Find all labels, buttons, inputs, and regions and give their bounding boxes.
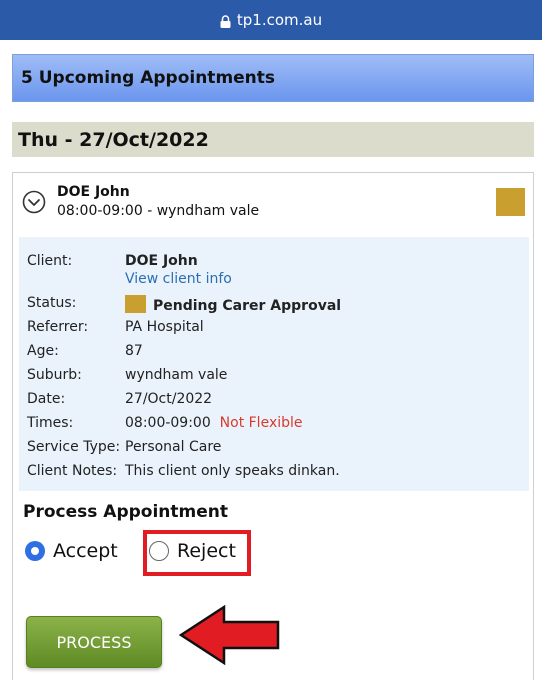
- date-header-text: Thu - 27/Oct/2022: [18, 128, 209, 151]
- status-swatch-small: [125, 295, 146, 313]
- detail-value: PA Hospital: [125, 319, 204, 335]
- accept-label[interactable]: Accept: [53, 540, 118, 562]
- appointment-details: Client: DOE John View client info Status…: [19, 237, 529, 491]
- times-value: 08:00-09:00: [125, 415, 211, 431]
- detail-value: This client only speaks dinkan.: [125, 463, 340, 479]
- accept-radio-button[interactable]: [25, 541, 45, 561]
- detail-value: 08:00-09:00 Not Flexible: [125, 415, 303, 431]
- status-text: Pending Carer Approval: [153, 298, 342, 314]
- browser-address-bar[interactable]: tp1.com.au: [0, 0, 542, 40]
- accept-radio-option[interactable]: Accept: [25, 540, 118, 562]
- reject-radio-button[interactable]: [149, 541, 169, 561]
- appointment-time-location: 08:00-09:00 - wyndham vale: [57, 203, 260, 219]
- detail-value: 27/Oct/2022: [125, 391, 213, 407]
- reject-radio-option[interactable]: Reject: [149, 540, 236, 562]
- appointment-client-name: DOE John: [57, 184, 130, 200]
- upcoming-appointments-banner: 5 Upcoming Appointments: [12, 54, 534, 102]
- lock-icon: [220, 14, 231, 28]
- detail-label: Date:: [27, 391, 66, 407]
- process-button[interactable]: PROCESS: [26, 616, 162, 668]
- detail-value: DOE John: [125, 253, 198, 269]
- detail-label: Referrer:: [27, 319, 89, 335]
- not-flexible-text: Not Flexible: [219, 415, 303, 431]
- detail-label: Suburb:: [27, 367, 82, 383]
- detail-value: wyndham vale: [125, 367, 228, 383]
- date-header: Thu - 27/Oct/2022: [12, 122, 534, 157]
- detail-label: Client:: [27, 253, 73, 269]
- appointment-header[interactable]: DOE John 08:00-09:00 - wyndham vale: [13, 173, 533, 229]
- detail-value: Pending Carer Approval: [125, 295, 341, 314]
- detail-label: Client Notes:: [27, 463, 118, 479]
- detail-label: Service Type:: [27, 439, 121, 455]
- banner-title: 5 Upcoming Appointments: [21, 68, 276, 88]
- chevron-down-circle-icon[interactable]: [22, 190, 46, 214]
- reject-label[interactable]: Reject: [177, 540, 236, 562]
- browser-url: tp1.com.au: [236, 11, 323, 29]
- process-appointment-heading: Process Appointment: [23, 502, 228, 522]
- detail-value: 87: [125, 343, 143, 359]
- view-client-info-link[interactable]: View client info: [125, 271, 232, 287]
- detail-value: Personal Care: [125, 439, 222, 455]
- left-arrow-icon: [178, 604, 280, 666]
- detail-label: Age:: [27, 343, 59, 359]
- detail-label: Status:: [27, 295, 77, 311]
- status-color-swatch: [496, 188, 525, 216]
- detail-label: Times:: [27, 415, 74, 431]
